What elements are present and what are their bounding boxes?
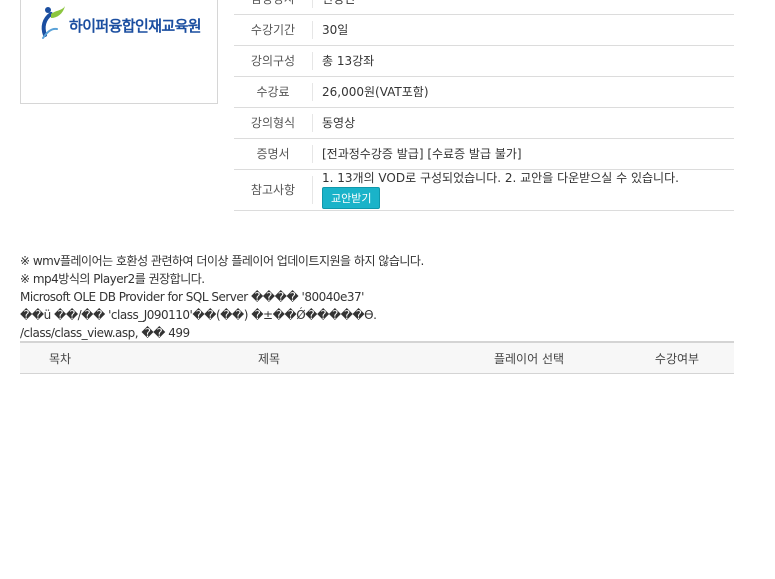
header-player-select: 플레이어 선택 [438, 341, 620, 374]
info-value: 30일 [312, 14, 734, 46]
notice-line: ※ mp4방식의 Player2를 권장합니다. [20, 272, 205, 286]
info-value: [전과정수강증 발급] [수료증 발급 불가] [312, 138, 734, 170]
info-value: 전성민 [312, 0, 734, 15]
logo-text: 하이퍼융합인재교육원 [69, 17, 202, 35]
notice-line: ※ wmv플레이어는 호환성 관련하여 더이상 플레이어 업데이트지원을 하지 … [20, 254, 424, 268]
notice-block: ※ wmv플레이어는 호환성 관련하여 더이상 플레이어 업데이트지원을 하지 … [20, 252, 424, 342]
institute-logo[interactable]: 하이퍼융합인재교육원 [39, 5, 219, 45]
header-toc: 목차 [20, 341, 100, 374]
header-title: 제목 [100, 341, 438, 374]
header-attendance: 수강여부 [620, 341, 734, 374]
info-label: 강의형식 [234, 107, 312, 139]
error-line: /class/class_view.asp, �� 499 [20, 326, 190, 340]
info-row-period: 수강기간 30일 [234, 14, 734, 46]
info-label: 증명서 [234, 138, 312, 170]
info-label: 참고사항 [234, 169, 312, 211]
info-row-fee: 수강료 26,000원(VAT포함) [234, 76, 734, 108]
info-row-certificate: 증명서 [전과정수강증 발급] [수료증 발급 불가] [234, 138, 734, 170]
leaf-person-icon [41, 6, 65, 39]
info-value: 총 13강좌 [312, 45, 734, 77]
info-row-format: 강의형식 동영상 [234, 107, 734, 139]
course-info-table: 담당강사 전성민 수강기간 30일 강의구성 총 13강좌 수강료 26,000… [234, 0, 734, 211]
info-label: 강의구성 [234, 45, 312, 77]
download-materials-button[interactable]: 교안받기 [322, 187, 381, 209]
info-row-instructor: 담당강사 전성민 [234, 0, 734, 15]
notes-text: 1. 13개의 VOD로 구성되었습니다. 2. 교안을 다운받으실 수 있습니… [322, 171, 679, 185]
info-label: 담당강사 [234, 0, 312, 15]
logo-box: 하이퍼융합인재교육원 [20, 0, 218, 104]
table-header-row: 목차 제목 플레이어 선택 수강여부 [20, 341, 734, 374]
error-line: ��ü ��/�� 'class_J090110'��(��) �±��Ǿ���… [20, 308, 377, 322]
info-value: 26,000원(VAT포함) [312, 76, 734, 108]
info-label: 수강기간 [234, 14, 312, 46]
info-row-composition: 강의구성 총 13강좌 [234, 45, 734, 77]
info-row-notes: 참고사항 1. 13개의 VOD로 구성되었습니다. 2. 교안을 다운받으실 … [234, 169, 734, 211]
error-line: Microsoft OLE DB Provider for SQL Server… [20, 290, 364, 304]
info-value: 동영상 [312, 107, 734, 139]
lecture-list-table: 목차 제목 플레이어 선택 수강여부 [20, 341, 734, 374]
info-value: 1. 13개의 VOD로 구성되었습니다. 2. 교안을 다운받으실 수 있습니… [312, 169, 734, 211]
info-label: 수강료 [234, 76, 312, 108]
